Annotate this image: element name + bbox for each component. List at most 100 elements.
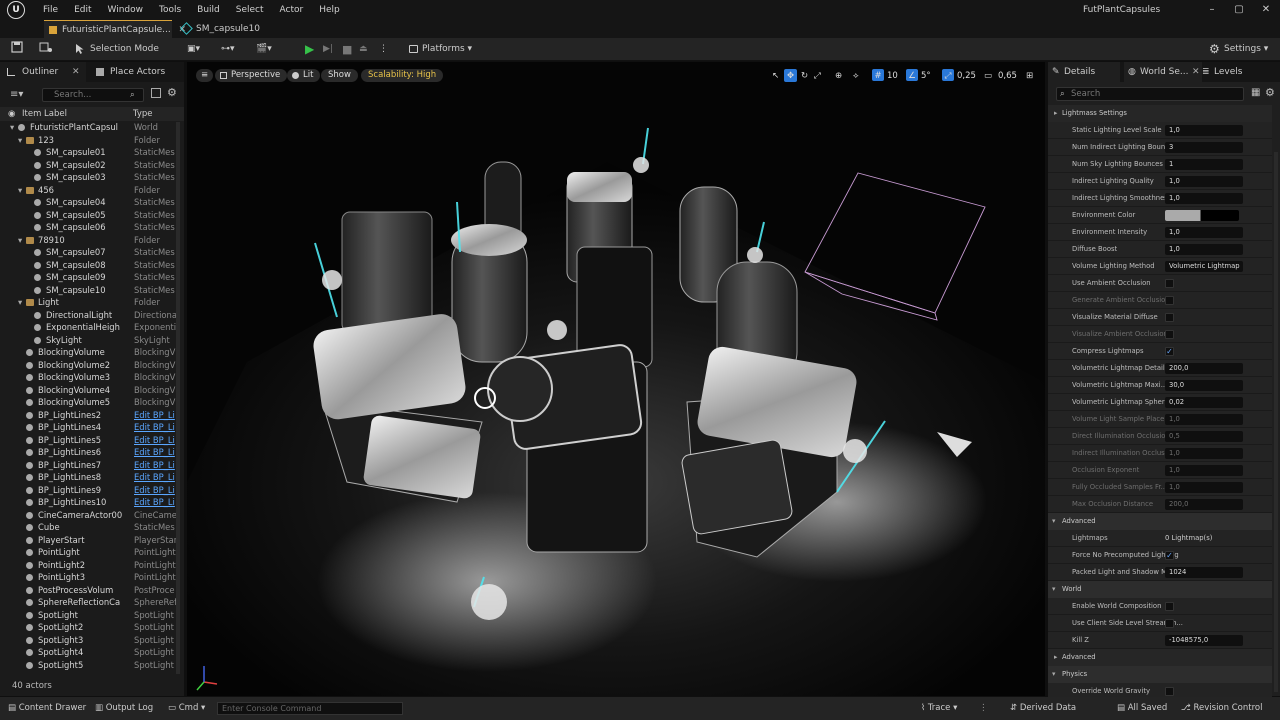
trace-more-icon[interactable]: ⋮ [979, 697, 988, 720]
trace-dropdown[interactable]: ⌇ Trace ▾ [921, 697, 957, 720]
viewport-menu-button[interactable]: ≡ [196, 69, 214, 82]
expand-arrow-icon[interactable]: ▾ [1052, 581, 1055, 598]
play-options-icon[interactable]: ⋮ [379, 41, 388, 58]
visibility-column-icon[interactable]: ◉ [8, 107, 15, 121]
property-section-header[interactable]: ▸ Lightmass Settings [1048, 105, 1272, 122]
tab-outliner[interactable]: Outliner ✕ [0, 62, 86, 82]
outliner-row[interactable]: ▾ FuturisticPlantCapsul World [0, 121, 176, 134]
details-search-input[interactable]: ⌕ Search [1056, 87, 1244, 101]
blueprint-button[interactable]: ⊶▾ [221, 41, 245, 58]
expand-arrow-icon[interactable]: ▾ [1052, 513, 1055, 530]
property-value-field[interactable]: 1024 [1165, 567, 1243, 578]
property-value-field[interactable]: 1,0 [1165, 193, 1243, 204]
all-saved-button[interactable]: ▤ All Saved [1117, 697, 1167, 720]
property-value-field[interactable]: 1,0 [1165, 482, 1243, 493]
property-section-header[interactable]: ▾ World [1048, 581, 1272, 598]
menu-window[interactable]: Window [100, 0, 152, 20]
edit-blueprint-link[interactable]: Edit BP_Li [134, 421, 175, 434]
save-icon[interactable] [11, 41, 23, 58]
menu-actor[interactable]: Actor [272, 0, 312, 20]
outliner-row[interactable]: SphereReflectionCa SphereRef [0, 596, 176, 609]
edit-blueprint-link[interactable]: Edit BP_Li [134, 484, 175, 497]
color-swatch[interactable] [1165, 210, 1239, 221]
outliner-row[interactable]: SM_capsule08 StaticMes [0, 259, 176, 272]
outliner-row[interactable]: BP_LightLines9 Edit BP_Li [0, 484, 176, 497]
property-value-field[interactable]: 30,0 [1165, 380, 1243, 391]
outliner-row[interactable]: SpotLight4 SpotLight [0, 646, 176, 659]
outliner-row[interactable]: ExponentialHeigh Exponenti [0, 321, 176, 334]
outliner-row[interactable]: BP_LightLines6 Edit BP_Li [0, 446, 176, 459]
property-section-header[interactable]: ▸ Advanced [1048, 649, 1272, 666]
outliner-row[interactable]: BlockingVolume2 BlockingV [0, 359, 176, 372]
minimize-icon[interactable]: – [1205, 3, 1219, 17]
selection-mode-dropdown[interactable]: Selection Mode ▾ [72, 41, 164, 71]
tab-level[interactable]: FuturisticPlantCapsule... ✕ [44, 20, 186, 38]
edit-blueprint-link[interactable]: Edit BP_Li [134, 496, 175, 509]
menu-edit[interactable]: Edit [66, 0, 99, 20]
add-folder-icon[interactable] [151, 88, 161, 98]
revision-control-button[interactable]: ⎇ Revision Control [1181, 697, 1262, 720]
property-checkbox[interactable] [1165, 602, 1174, 611]
outliner-row[interactable]: BP_LightLines5 Edit BP_Li [0, 434, 176, 447]
property-checkbox[interactable] [1165, 619, 1174, 628]
outliner-row[interactable]: DirectionalLight Directiona [0, 309, 176, 322]
camera-speed-value[interactable]: 0,65 [998, 69, 1017, 83]
tab-levels[interactable]: ≣ Levels [1202, 62, 1242, 82]
expand-arrow-icon[interactable]: ▸ [1054, 105, 1057, 122]
outliner-row[interactable]: PointLight2 PointLight [0, 559, 176, 572]
edit-blueprint-link[interactable]: Edit BP_Li [134, 471, 175, 484]
property-value-field[interactable]: 1,0 [1165, 227, 1243, 238]
world-space-icon[interactable]: ⊕ [835, 69, 842, 83]
tab-close-icon[interactable]: ✕ [1192, 62, 1200, 82]
details-scrollbar[interactable] [1274, 152, 1278, 692]
outliner-row[interactable]: SM_capsule07 StaticMes [0, 246, 176, 259]
property-value-field[interactable]: 0,02 [1165, 397, 1243, 408]
property-section-header[interactable]: ▾ Advanced [1048, 513, 1272, 530]
property-value-field[interactable]: 1 [1165, 159, 1243, 170]
close-icon[interactable]: ✕ [1259, 3, 1273, 17]
outliner-folder-row[interactable]: ▾ 78910 Folder [0, 234, 176, 247]
outliner-row[interactable]: SpotLight SpotLight [0, 609, 176, 622]
outliner-row[interactable]: SpotLight3 SpotLight [0, 634, 176, 647]
play-icon[interactable]: ▶ [305, 41, 317, 58]
outliner-row[interactable]: SkyLight SkyLight [0, 334, 176, 347]
outliner-row[interactable]: PostProcessVolum PostProce [0, 584, 176, 597]
tab-close-icon[interactable]: ✕ [72, 62, 80, 82]
maximize-viewport-icon[interactable]: ⊞ [1026, 69, 1033, 83]
camera-speed-icon[interactable]: ▭ [984, 69, 992, 83]
rotation-snap-value[interactable]: 5° [921, 69, 931, 83]
outliner-row[interactable]: PlayerStart PlayerStar [0, 534, 176, 547]
expand-arrow-icon[interactable]: ▾ [10, 121, 14, 134]
surface-snap-icon[interactable]: ⟡ [853, 69, 859, 83]
outliner-row[interactable]: SM_capsule09 StaticMes [0, 271, 176, 284]
outliner-row[interactable]: BlockingVolume BlockingV [0, 346, 176, 359]
outliner-row[interactable]: SM_capsule05 StaticMes [0, 209, 176, 222]
menu-build[interactable]: Build [189, 0, 228, 20]
output-log-button[interactable]: ▥ Output Log [95, 697, 153, 720]
property-value-field[interactable]: 1,0 [1165, 465, 1243, 476]
outliner-row[interactable]: PointLight3 PointLight [0, 571, 176, 584]
console-command-input[interactable]: Enter Console Command [217, 702, 403, 715]
outliner-row[interactable]: SM_capsule03 StaticMes [0, 171, 176, 184]
add-actor-button[interactable]: ▣▾ [187, 41, 211, 58]
expand-arrow-icon[interactable]: ▾ [18, 134, 22, 147]
outliner-row[interactable]: SM_capsule01 StaticMes [0, 146, 176, 159]
property-value-field[interactable]: -1048575,0 [1165, 635, 1243, 646]
cinematics-button[interactable]: 🎬▾ [256, 41, 280, 58]
edit-blueprint-link[interactable]: Edit BP_Li [134, 409, 175, 422]
outliner-row[interactable]: BlockingVolume4 BlockingV [0, 384, 176, 397]
scale-tool-icon[interactable]: ⤢ [814, 69, 821, 83]
expand-arrow-icon[interactable]: ▾ [18, 184, 22, 197]
outliner-row[interactable]: BP_LightLines4 Edit BP_Li [0, 421, 176, 434]
stop-icon[interactable]: ■ [342, 41, 354, 58]
rotation-snap-icon[interactable]: ∠ [906, 69, 918, 81]
move-tool-icon[interactable]: ✥ [784, 69, 797, 82]
select-tool-icon[interactable]: ↖ [772, 69, 779, 83]
menu-file[interactable]: File [35, 0, 66, 20]
outliner-folder-row[interactable]: ▾ Light Folder [0, 296, 176, 309]
edit-blueprint-link[interactable]: Edit BP_Li [134, 459, 175, 472]
menu-help[interactable]: Help [311, 0, 348, 20]
outliner-row[interactable]: Cube StaticMes [0, 521, 176, 534]
cmd-dropdown[interactable]: ▭ Cmd ▾ [168, 697, 205, 720]
outliner-row[interactable]: BP_LightLines2 Edit BP_Li [0, 409, 176, 422]
